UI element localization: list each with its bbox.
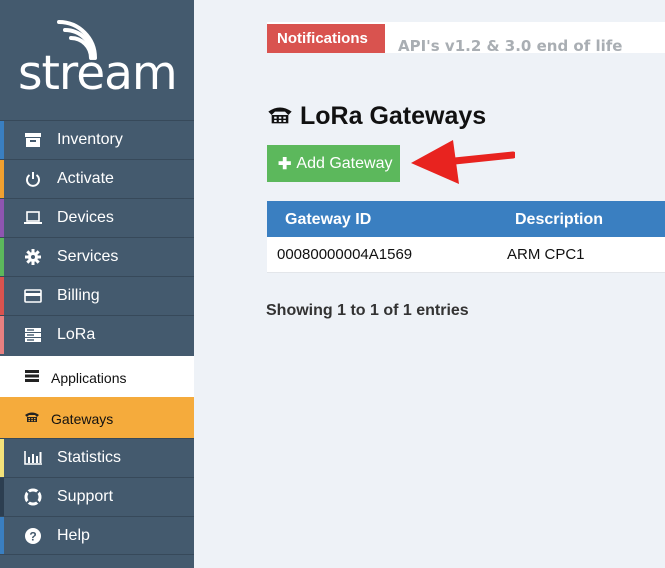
page-title: LoRa Gateways — [266, 102, 486, 132]
credit-card-icon — [24, 288, 42, 304]
accent-bar — [0, 121, 4, 159]
sidebar-item-label: Help — [57, 527, 90, 544]
archive-icon — [24, 132, 42, 148]
accent-bar — [0, 199, 4, 237]
column-header-description[interactable]: Description — [515, 211, 603, 229]
notifications-badge[interactable]: Notifications — [267, 24, 385, 53]
sidebar-item-label: Statistics — [57, 449, 122, 466]
table-info: Showing 1 to 1 of 1 entries — [266, 302, 469, 319]
sidebar-subitem-label: Applications — [51, 370, 127, 386]
lifebuoy-icon — [24, 488, 42, 506]
sidebar-item-label: LoRa — [57, 326, 96, 343]
phone-icon — [266, 103, 294, 132]
gear-icon — [24, 249, 42, 265]
accent-bar — [0, 160, 4, 198]
sidebar-item-devices[interactable]: Devices — [0, 198, 194, 237]
power-icon — [24, 171, 42, 187]
sidebar-item-label: Devices — [57, 209, 114, 226]
table-row[interactable]: 00080000004A1569 ARM CPC1 — [267, 237, 665, 273]
logo-text: stream — [18, 46, 178, 101]
column-header-gateway-id[interactable]: Gateway ID — [285, 211, 371, 229]
sidebar-item-inventory[interactable]: Inventory — [0, 120, 194, 159]
sidebar-item-label: Services — [57, 248, 119, 265]
sidebar-item-billing[interactable]: Billing — [0, 276, 194, 315]
accent-bar — [0, 277, 4, 315]
main-content: Notifications API's v1.2 & 3.0 end of li… — [194, 0, 665, 568]
server-icon — [24, 327, 42, 343]
sidebar-item-label: Inventory — [57, 131, 123, 148]
accent-bar — [0, 478, 4, 516]
sidebar: stream Inventory Activate Devices Servic… — [0, 0, 194, 568]
notification-bar[interactable]: Notifications API's v1.2 & 3.0 end of li… — [267, 22, 665, 55]
accent-bar — [0, 517, 4, 554]
server-icon — [24, 369, 40, 383]
sidebar-subitem-gateways[interactable]: Gateways — [0, 397, 194, 438]
question-icon: ? — [24, 528, 42, 544]
sidebar-subitem-label: Gateways — [51, 411, 114, 427]
sidebar-item-label: Support — [57, 488, 114, 505]
cell-gateway-id[interactable]: 00080000004A1569 — [277, 246, 412, 263]
red-arrow-icon — [411, 140, 515, 184]
sidebar-item-label: Activate — [57, 170, 114, 187]
logo[interactable]: stream — [0, 0, 194, 120]
add-gateway-button[interactable]: ✚ Add Gateway — [267, 145, 400, 182]
add-gateway-label: Add Gateway — [296, 154, 393, 172]
sidebar-subitem-applications[interactable]: Applications — [0, 356, 194, 397]
sidebar-item-lora[interactable]: LoRa — [0, 315, 194, 354]
sidebar-item-activate[interactable]: Activate — [0, 159, 194, 198]
accent-bar — [0, 238, 4, 276]
sidebar-item-help[interactable]: ? Help — [0, 516, 194, 555]
sidebar-item-services[interactable]: Services — [0, 237, 194, 276]
notification-message[interactable]: API's v1.2 & 3.0 end of life — [398, 37, 622, 55]
sidebar-item-statistics[interactable]: Statistics — [0, 438, 194, 477]
plus-icon: ✚ — [278, 155, 292, 173]
page-title-text: LoRa Gateways — [300, 102, 487, 130]
svg-text:?: ? — [29, 530, 36, 544]
table-header: Gateway ID Description — [267, 201, 665, 237]
gateways-table: Gateway ID Description 00080000004A1569 … — [267, 201, 665, 273]
accent-bar — [0, 439, 4, 477]
laptop-icon — [24, 210, 42, 226]
accent-bar — [0, 316, 4, 354]
phone-icon — [24, 410, 40, 424]
bar-chart-icon — [24, 450, 42, 466]
sidebar-item-support[interactable]: Support — [0, 477, 194, 516]
sidebar-item-label: Billing — [57, 287, 100, 304]
cell-description: ARM CPC1 — [507, 246, 585, 263]
